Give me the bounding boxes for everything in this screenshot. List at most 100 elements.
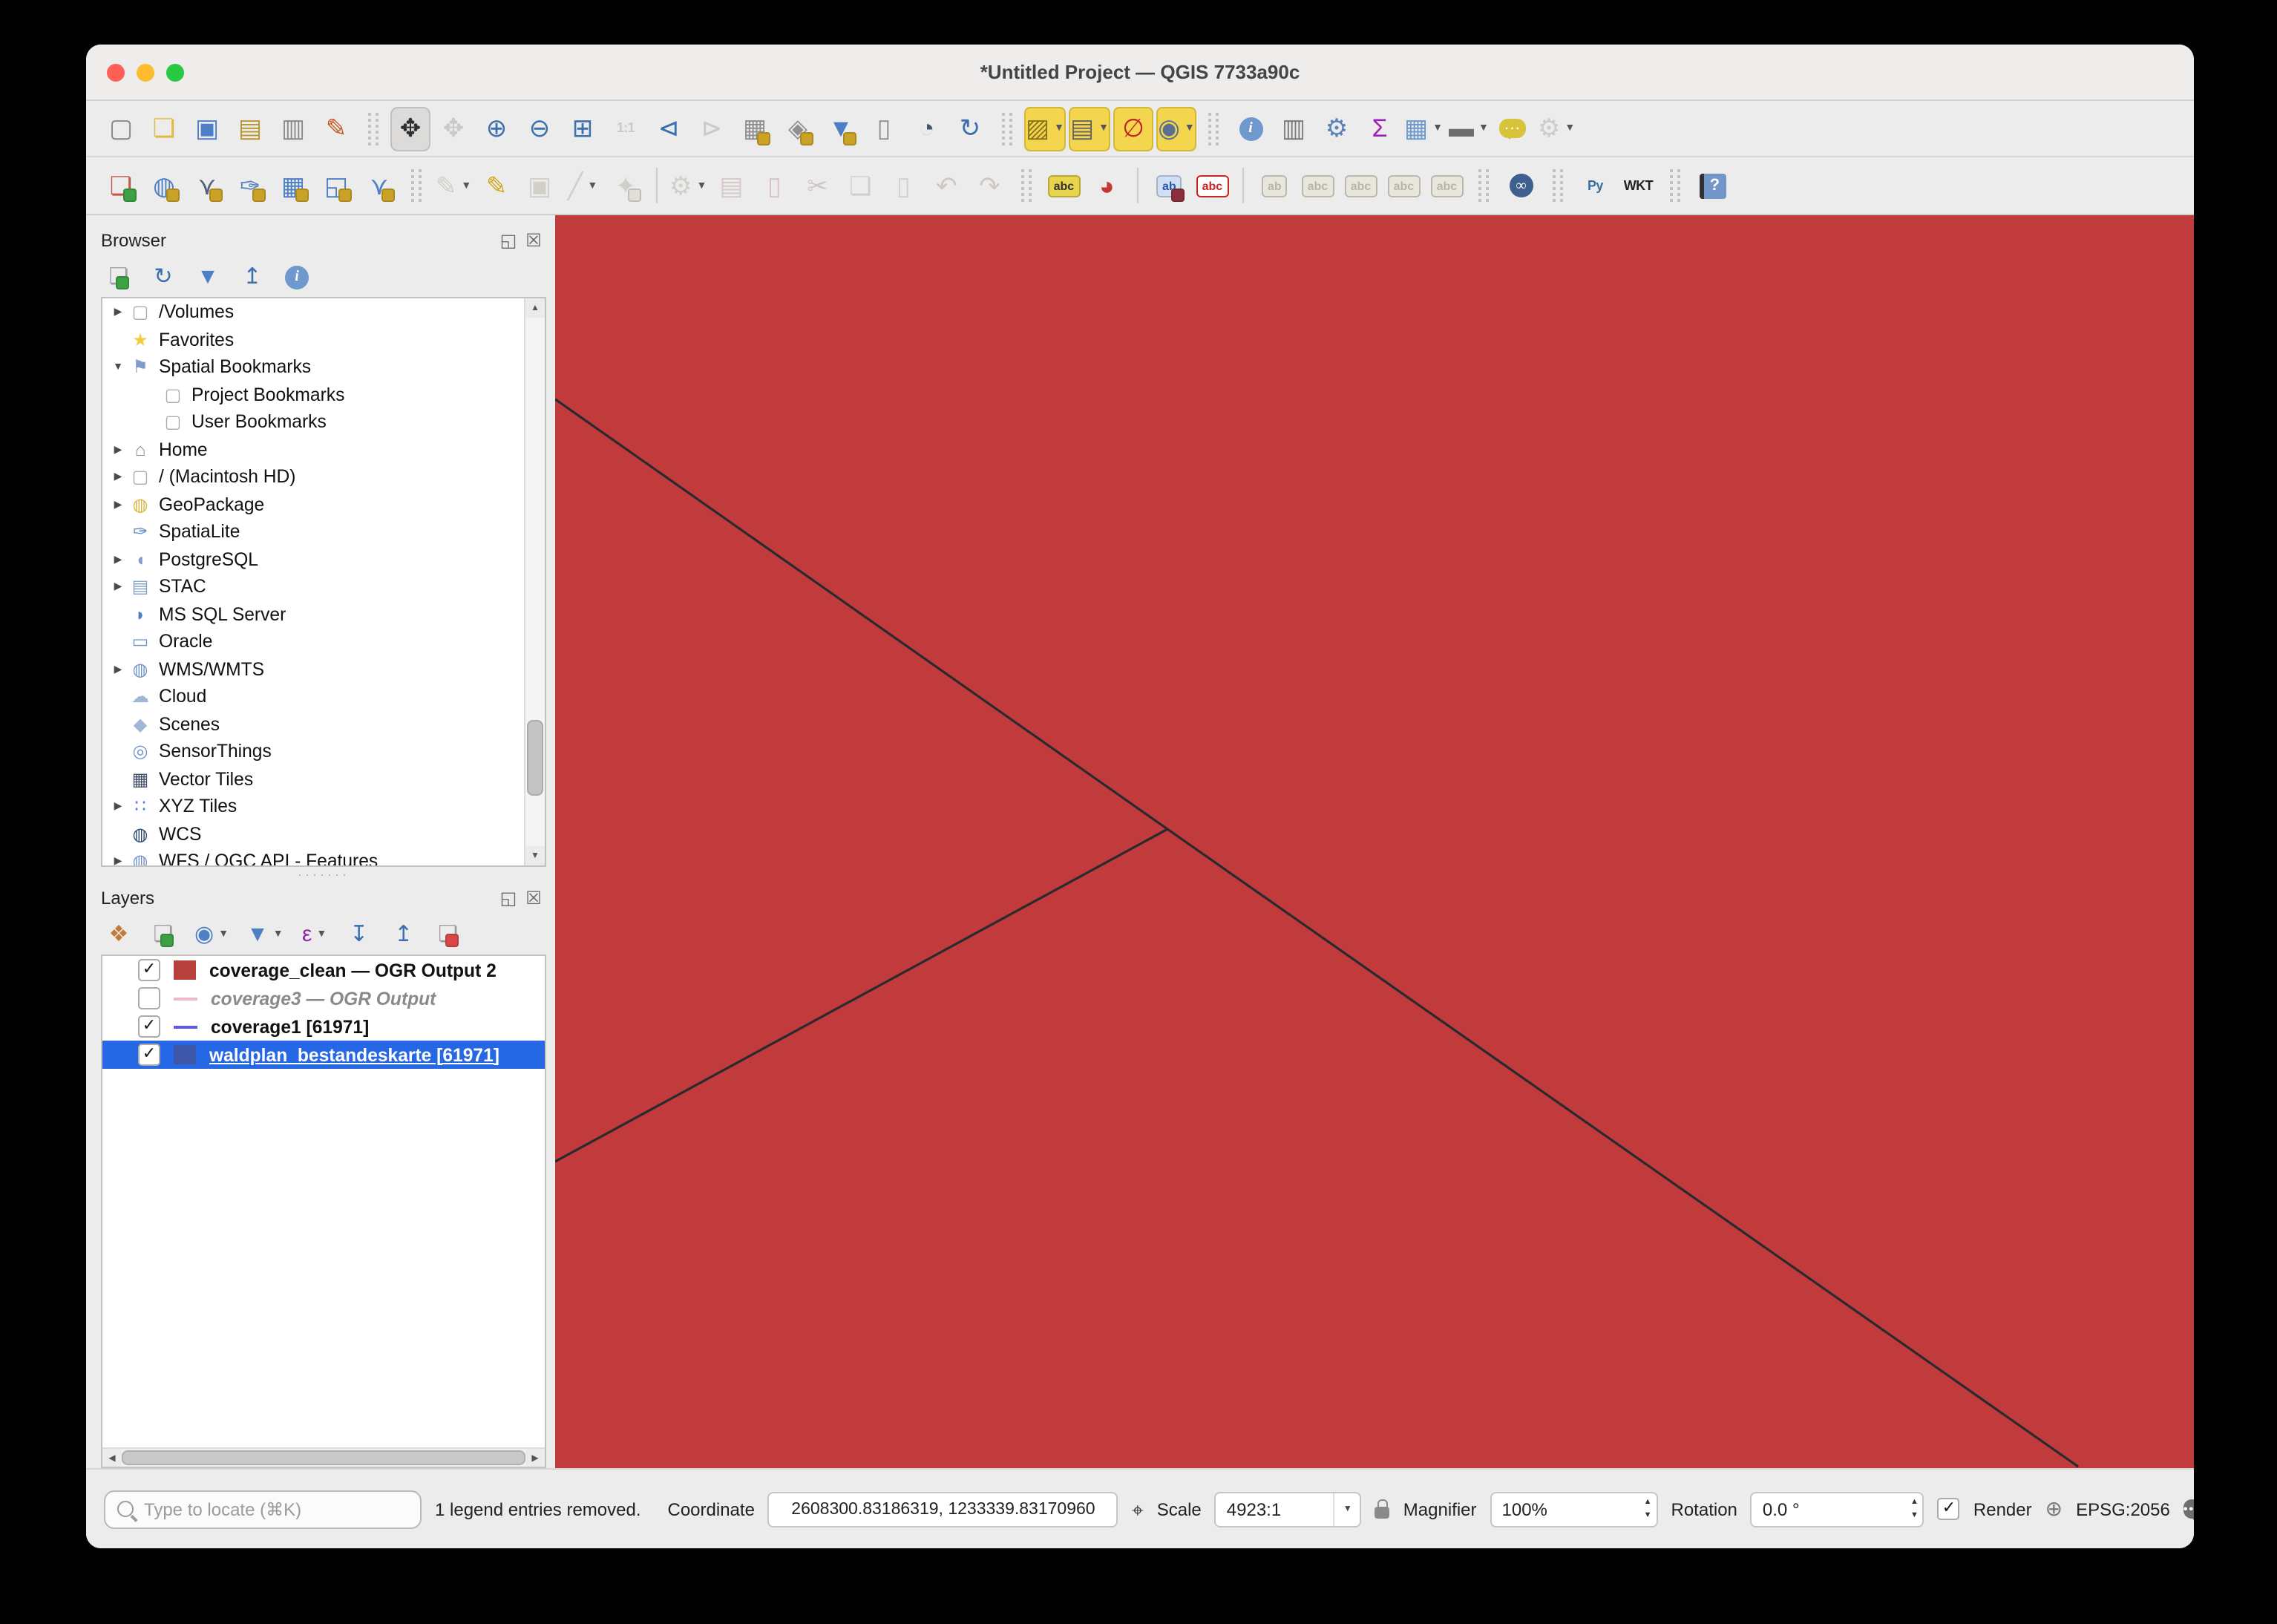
zoom-next-button[interactable]: ⊳ bbox=[692, 106, 732, 151]
new-geopackage-layer-button[interactable]: ◍ bbox=[144, 163, 184, 208]
messages-icon[interactable]: ••• bbox=[2183, 1499, 2194, 1520]
browser-item-postgresql[interactable]: ▶ ◖ PostgreSQL bbox=[102, 546, 545, 573]
advanced-digitizing-button[interactable]: ⚙ ▼ bbox=[668, 163, 708, 208]
mouse-position-toggle-icon[interactable]: ⌖ bbox=[1132, 1499, 1144, 1519]
browser-item-macintosh-hd[interactable]: ▶ ▢ / (Macintosh HD) bbox=[102, 463, 545, 491]
map-canvas[interactable] bbox=[555, 215, 2194, 1468]
close-panel-icon[interactable]: ☒ bbox=[521, 886, 546, 910]
dropdown-arrow-icon[interactable]: ▼ bbox=[316, 929, 327, 940]
scrollbar-thumb[interactable] bbox=[122, 1450, 525, 1465]
manage-map-themes-button[interactable]: ◉ ▼ bbox=[193, 917, 230, 952]
collapse-all-browser-button[interactable]: ↥ bbox=[237, 259, 267, 295]
run-feature-action-button[interactable]: ⚙ ▼ bbox=[1536, 106, 1576, 151]
filter-legend-button[interactable]: ▼ ▼ bbox=[245, 917, 285, 952]
zoom-last-button[interactable]: ⊲ bbox=[649, 106, 689, 151]
toggle-label-visibility-button[interactable]: ab bbox=[1254, 163, 1294, 208]
scrollbar-thumb[interactable] bbox=[527, 719, 543, 796]
pin-labels-button[interactable]: ab bbox=[1149, 163, 1189, 208]
dropdown-arrow-icon[interactable]: ▼ bbox=[218, 929, 229, 940]
browser-item-home[interactable]: ▶ ⌂ Home bbox=[102, 436, 545, 463]
temporal-controller-button[interactable]: ◔ bbox=[907, 106, 947, 151]
new-project-button[interactable]: ▢ bbox=[101, 106, 141, 151]
scroll-right-icon[interactable]: ▶ bbox=[525, 1449, 545, 1467]
browser-item-wms-wmts[interactable]: ▶ ◍ WMS/WMTS bbox=[102, 655, 545, 683]
panel-splitter[interactable]: ······· bbox=[101, 867, 546, 882]
layer-row-waldplan-bestandeskarte-61971[interactable]: ✓ waldplan_bestandeskarte [61971] bbox=[102, 1041, 545, 1069]
filter-by-expression-button[interactable]: ε ▼ bbox=[300, 917, 330, 952]
expand-arrow-icon[interactable]: ▶ bbox=[108, 444, 128, 456]
coordinate-input[interactable]: 2608300.83186319, 1233339.83170960 bbox=[767, 1491, 1118, 1527]
browser-item-scenes[interactable]: ◆ Scenes bbox=[102, 710, 545, 738]
expand-arrow-icon[interactable]: ▶ bbox=[108, 554, 128, 566]
open-data-source-manager-button[interactable]: ❏ bbox=[101, 163, 141, 208]
maximize-window-button[interactable] bbox=[166, 63, 184, 81]
browser-vertical-scrollbar[interactable]: ▲ ▼ bbox=[524, 298, 545, 865]
expand-arrow-icon[interactable]: ▶ bbox=[108, 581, 128, 593]
add-selected-layers-button[interactable]: ❏ bbox=[104, 259, 134, 295]
browser-item-user-bookmarks[interactable]: ▢ User Bookmarks bbox=[102, 408, 545, 436]
select-features-by-value-button[interactable]: ▤ ▼ bbox=[1069, 106, 1110, 151]
float-panel-icon[interactable]: ◱ bbox=[496, 229, 521, 252]
show-spatial-bookmarks-button[interactable]: ▯ bbox=[864, 106, 904, 151]
copy-features-button[interactable]: ❏ bbox=[840, 163, 880, 208]
browser-item-geopackage[interactable]: ▶ ◍ GeoPackage bbox=[102, 491, 545, 518]
scroll-down-icon[interactable]: ▼ bbox=[525, 846, 545, 865]
dropdown-arrow-icon[interactable]: ▼ bbox=[1478, 123, 1489, 134]
expand-arrow-icon[interactable]: ▶ bbox=[108, 801, 128, 813]
browser-item-project-bookmarks[interactable]: ▢ Project Bookmarks bbox=[102, 381, 545, 408]
digitize-with-segment-button[interactable]: ╱ ▼ bbox=[563, 163, 603, 208]
expand-arrow-icon[interactable]: ▶ bbox=[108, 856, 128, 866]
expand-arrow-icon[interactable]: ▶ bbox=[108, 664, 128, 675]
refresh-map-button[interactable]: ↻ bbox=[950, 106, 990, 151]
open-project-button[interactable]: ❏ bbox=[144, 106, 184, 151]
new-spatial-bookmark-button[interactable]: ▼ bbox=[821, 106, 861, 151]
expand-arrow-icon[interactable]: ▶ bbox=[108, 471, 128, 483]
browser-item-oracle[interactable]: ▭ Oracle bbox=[102, 628, 545, 655]
browser-item-vector-tiles[interactable]: ▦ Vector Tiles bbox=[102, 765, 545, 793]
dropdown-arrow-icon[interactable]: ▼ bbox=[697, 180, 707, 191]
dropdown-arrow-icon[interactable]: ▼ bbox=[1432, 123, 1443, 134]
close-window-button[interactable] bbox=[107, 63, 125, 81]
dropdown-arrow-icon[interactable]: ▼ bbox=[461, 180, 471, 191]
locator-search-input[interactable]: Type to locate (⌘K) bbox=[104, 1490, 422, 1528]
zoom-native-button[interactable]: 1:1 bbox=[606, 106, 646, 151]
collapse-arrow-icon[interactable]: ▼ bbox=[108, 362, 128, 373]
identify-features-button[interactable]: i bbox=[1231, 106, 1271, 151]
zoom-in-button[interactable]: ⊕ bbox=[476, 106, 517, 151]
new-3d-map-view-button[interactable]: ◈ bbox=[778, 106, 818, 151]
layer-row-coverage1-61971[interactable]: ✓ coverage1 [61971] bbox=[102, 1012, 545, 1041]
new-shapefile-layer-button[interactable]: ⋎ bbox=[187, 163, 227, 208]
chevron-down-icon[interactable]: ▼ bbox=[1333, 1493, 1360, 1525]
browser-item-stac[interactable]: ▶ ▤ STAC bbox=[102, 573, 545, 600]
toggle-editing-button[interactable]: ✎ bbox=[476, 163, 517, 208]
expand-all-layers-button[interactable]: ↧ bbox=[344, 917, 374, 952]
render-checkbox[interactable]: ✓ bbox=[1937, 1498, 1960, 1520]
expand-arrow-icon[interactable]: ▶ bbox=[108, 307, 128, 318]
scroll-up-icon[interactable]: ▲ bbox=[525, 298, 545, 318]
show-hide-labels-button[interactable]: abc bbox=[1297, 163, 1337, 208]
new-print-layout-button[interactable]: ▤ bbox=[230, 106, 270, 151]
expand-arrow-icon[interactable]: ▶ bbox=[108, 499, 128, 511]
browser-item-spatial-bookmarks[interactable]: ▼ ⚑ Spatial Bookmarks bbox=[102, 353, 545, 381]
layer-visibility-checkbox[interactable]: ✓ bbox=[138, 1044, 160, 1066]
browser-item-wcs[interactable]: ◍ WCS bbox=[102, 820, 545, 848]
save-layer-edits-button[interactable]: ▣ bbox=[520, 163, 560, 208]
layers-horizontal-scrollbar[interactable]: ◀ ▶ bbox=[102, 1447, 545, 1467]
browser-item-wfs-ogc-api-features[interactable]: ▶ ◍ WFS / OGC API - Features bbox=[102, 848, 545, 866]
filter-browser-button[interactable]: ▼ bbox=[193, 259, 223, 295]
layer-row-coverage3-ogr-output[interactable]: coverage3 — OGR Output bbox=[102, 984, 545, 1012]
minimize-window-button[interactable] bbox=[137, 63, 154, 81]
close-panel-icon[interactable]: ☒ bbox=[521, 229, 546, 252]
vertex-tool-button[interactable]: ✦ bbox=[606, 163, 646, 208]
save-project-button[interactable]: ▣ bbox=[187, 106, 227, 151]
dropdown-arrow-icon[interactable]: ▼ bbox=[587, 180, 597, 191]
float-panel-icon[interactable]: ◱ bbox=[496, 886, 521, 910]
new-gpx-layer-button[interactable]: ▦ bbox=[273, 163, 313, 208]
select-by-location-button[interactable]: ◉ ▼ bbox=[1156, 106, 1196, 151]
select-features-button[interactable]: ▨ ▼ bbox=[1024, 106, 1066, 151]
pan-map-button[interactable]: ✥ bbox=[390, 106, 430, 151]
wkt-button[interactable]: WKT bbox=[1618, 163, 1658, 208]
highlight-pinned-labels-button[interactable]: abc bbox=[1192, 163, 1232, 208]
rotate-label-button[interactable]: abc bbox=[1383, 163, 1423, 208]
deselect-features-button[interactable]: ∅ bbox=[1113, 106, 1153, 151]
